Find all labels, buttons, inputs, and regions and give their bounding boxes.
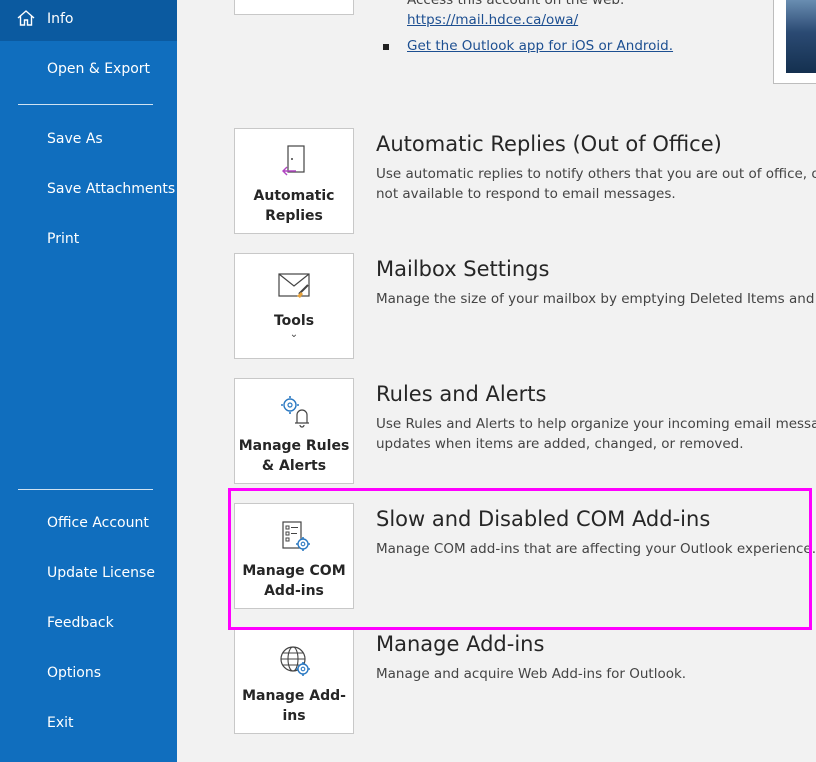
owa-link[interactable]: https://mail.hdce.ca/owa/ <box>407 12 578 28</box>
card-label: & Alerts <box>261 458 327 474</box>
sidebar-item-label: Options <box>47 665 102 681</box>
profile-image <box>786 0 816 73</box>
home-icon <box>17 10 35 26</box>
backstage-sidebar: Info Open & Export Save As Save Attachme… <box>0 0 177 762</box>
sidebar-item-label: Feedback <box>47 615 114 631</box>
sidebar-item-update-license[interactable]: Update License <box>0 551 177 595</box>
mailbox-tools-icon <box>278 273 310 298</box>
section-title: Manage Add-ins <box>376 632 545 656</box>
card-label: Tools <box>273 313 315 329</box>
web-access-text: Access this account on the web. <box>407 0 625 8</box>
card-label: ins <box>282 708 306 724</box>
section-description: Use automatic replies to notify others t… <box>376 166 816 182</box>
account-settings-card[interactable] <box>234 0 354 15</box>
section-title: Mailbox Settings <box>376 257 550 281</box>
sidebar-item-feedback[interactable]: Feedback <box>0 601 177 645</box>
card-label: Manage Rules <box>238 438 350 454</box>
tools-dropdown-button[interactable]: Tools ⌄ <box>234 253 354 359</box>
card-label: Automatic <box>253 188 335 204</box>
sidebar-item-exit[interactable]: Exit <box>0 701 177 745</box>
sidebar-item-office-account[interactable]: Office Account <box>0 501 177 545</box>
section-description: Manage the size of your mailbox by empty… <box>376 291 816 307</box>
sidebar-item-label: Save Attachments <box>47 181 176 197</box>
manage-rules-alerts-button[interactable]: Manage Rules & Alerts <box>234 378 354 484</box>
sidebar-item-save-as[interactable]: Save As <box>0 117 177 161</box>
sidebar-item-info[interactable]: Info <box>0 0 177 41</box>
card-label: Replies <box>265 208 323 224</box>
sidebar-divider <box>18 104 153 105</box>
bullet <box>383 44 389 50</box>
info-pane: Access this account on the web. https://… <box>177 0 816 762</box>
sidebar-item-save-attachments[interactable]: Save Attachments <box>0 167 177 211</box>
section-description: Use Rules and Alerts to help organize yo… <box>376 416 816 432</box>
profile-photo[interactable] <box>773 0 816 84</box>
card-label: Manage Add- <box>242 688 346 704</box>
rules-alerts-icon <box>281 396 309 428</box>
sidebar-item-label: Exit <box>47 715 74 731</box>
sidebar-item-print[interactable]: Print <box>0 217 177 261</box>
sidebar-item-label: Open & Export <box>47 61 151 77</box>
highlight-box <box>228 488 812 630</box>
section-title: Rules and Alerts <box>376 382 547 406</box>
sidebar-item-open-export[interactable]: Open & Export <box>0 47 177 91</box>
sidebar-item-label: Save As <box>47 131 103 147</box>
chevron-down-icon: ⌄ <box>289 329 299 340</box>
manage-addins-button[interactable]: Manage Add- ins <box>234 628 354 734</box>
sidebar-item-label: Info <box>47 11 74 27</box>
section-description: updates when items are added, changed, o… <box>376 436 744 452</box>
sidebar-item-options[interactable]: Options <box>0 651 177 695</box>
automatic-replies-button[interactable]: Automatic Replies <box>234 128 354 234</box>
globe-icon <box>280 646 310 676</box>
sidebar-item-label: Print <box>47 231 80 247</box>
automatic-replies-icon <box>282 145 305 176</box>
section-title: Automatic Replies (Out of Office) <box>376 132 722 156</box>
sidebar-item-label: Update License <box>47 565 155 581</box>
sidebar-divider <box>18 489 153 490</box>
outlook-app-link[interactable]: Get the Outlook app for iOS or Android. <box>407 38 673 54</box>
section-description: not available to respond to email messag… <box>376 186 676 202</box>
sidebar-item-label: Office Account <box>47 515 149 531</box>
section-description: Manage and acquire Web Add-ins for Outlo… <box>376 666 687 682</box>
